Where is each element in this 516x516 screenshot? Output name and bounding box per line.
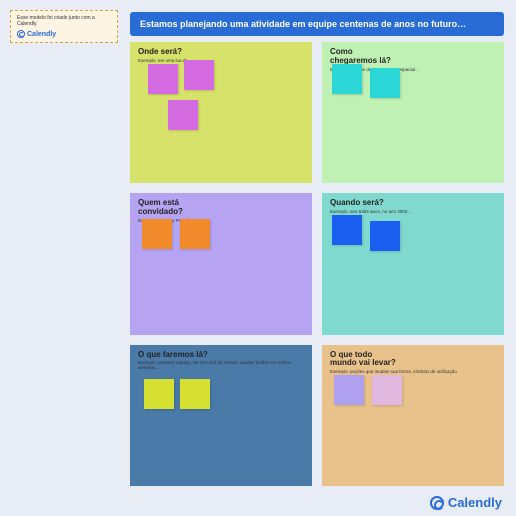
panel-5[interactable]: O que todo mundo vai levar?Exemplo: poçõ… <box>322 345 504 486</box>
attribution-brand[interactable]: Calendly <box>17 30 111 38</box>
panel-title: O que todo mundo vai levar? <box>330 351 400 369</box>
panel-hint: Exemplo: preparar espaço, ter um robô do… <box>138 360 304 370</box>
attribution-box: Esse modelo foi criado junto com a Calen… <box>10 10 118 43</box>
sticky-note[interactable] <box>370 68 400 98</box>
sticky-note[interactable] <box>184 60 214 90</box>
sticky-note[interactable] <box>148 64 178 94</box>
sticky-note[interactable] <box>370 221 400 251</box>
sticky-note[interactable] <box>332 215 362 245</box>
panel-hint: Exemplo: poções que mudam sua forma, sím… <box>330 369 496 374</box>
attribution-text: Esse modelo foi criado junto com a Calen… <box>17 15 111 27</box>
panel-hint: Exemplo: em uma lua de… <box>138 58 304 63</box>
sticky-note[interactable] <box>180 219 210 249</box>
panel-0[interactable]: Onde será?Exemplo: em uma lua de… <box>130 42 312 183</box>
calendly-icon <box>430 496 444 510</box>
panel-1[interactable]: Como chegaremos lá?Exemplo: foguete de t… <box>322 42 504 183</box>
sticky-note[interactable] <box>144 379 174 409</box>
panel-grid: Onde será?Exemplo: em uma lua de…Como ch… <box>130 42 504 486</box>
panel-2[interactable]: Quem está convidado?Exemplo: Marte, o Pr… <box>130 193 312 334</box>
sticky-note[interactable] <box>142 219 172 249</box>
footer-brand-label: Calendly <box>448 495 502 510</box>
panel-title: Quando será? <box>330 199 400 208</box>
sticky-note[interactable] <box>332 64 362 94</box>
panel-title: Onde será? <box>138 48 208 57</box>
panel-title: Quem está convidado? <box>138 199 208 217</box>
sticky-note[interactable] <box>372 375 402 405</box>
panel-title: O que faremos lá? <box>138 351 208 360</box>
panel-3[interactable]: Quando será?Exemplo: ano 5364 anos, no a… <box>322 193 504 334</box>
calendly-icon <box>17 30 25 38</box>
panel-hint: Exemplo: ano 5364 anos, no ano 3003… <box>330 209 496 214</box>
panel-4[interactable]: O que faremos lá?Exemplo: preparar espaç… <box>130 345 312 486</box>
footer-brand[interactable]: Calendly <box>430 495 502 510</box>
attribution-brand-label: Calendly <box>27 31 56 38</box>
sticky-note[interactable] <box>334 375 364 405</box>
sticky-note[interactable] <box>180 379 210 409</box>
sticky-note[interactable] <box>168 100 198 130</box>
header-banner[interactable]: Estamos planejando uma atividade em equi… <box>130 12 504 36</box>
panel-title: Como chegaremos lá? <box>330 48 400 66</box>
header-title: Estamos planejando uma atividade em equi… <box>140 19 466 29</box>
